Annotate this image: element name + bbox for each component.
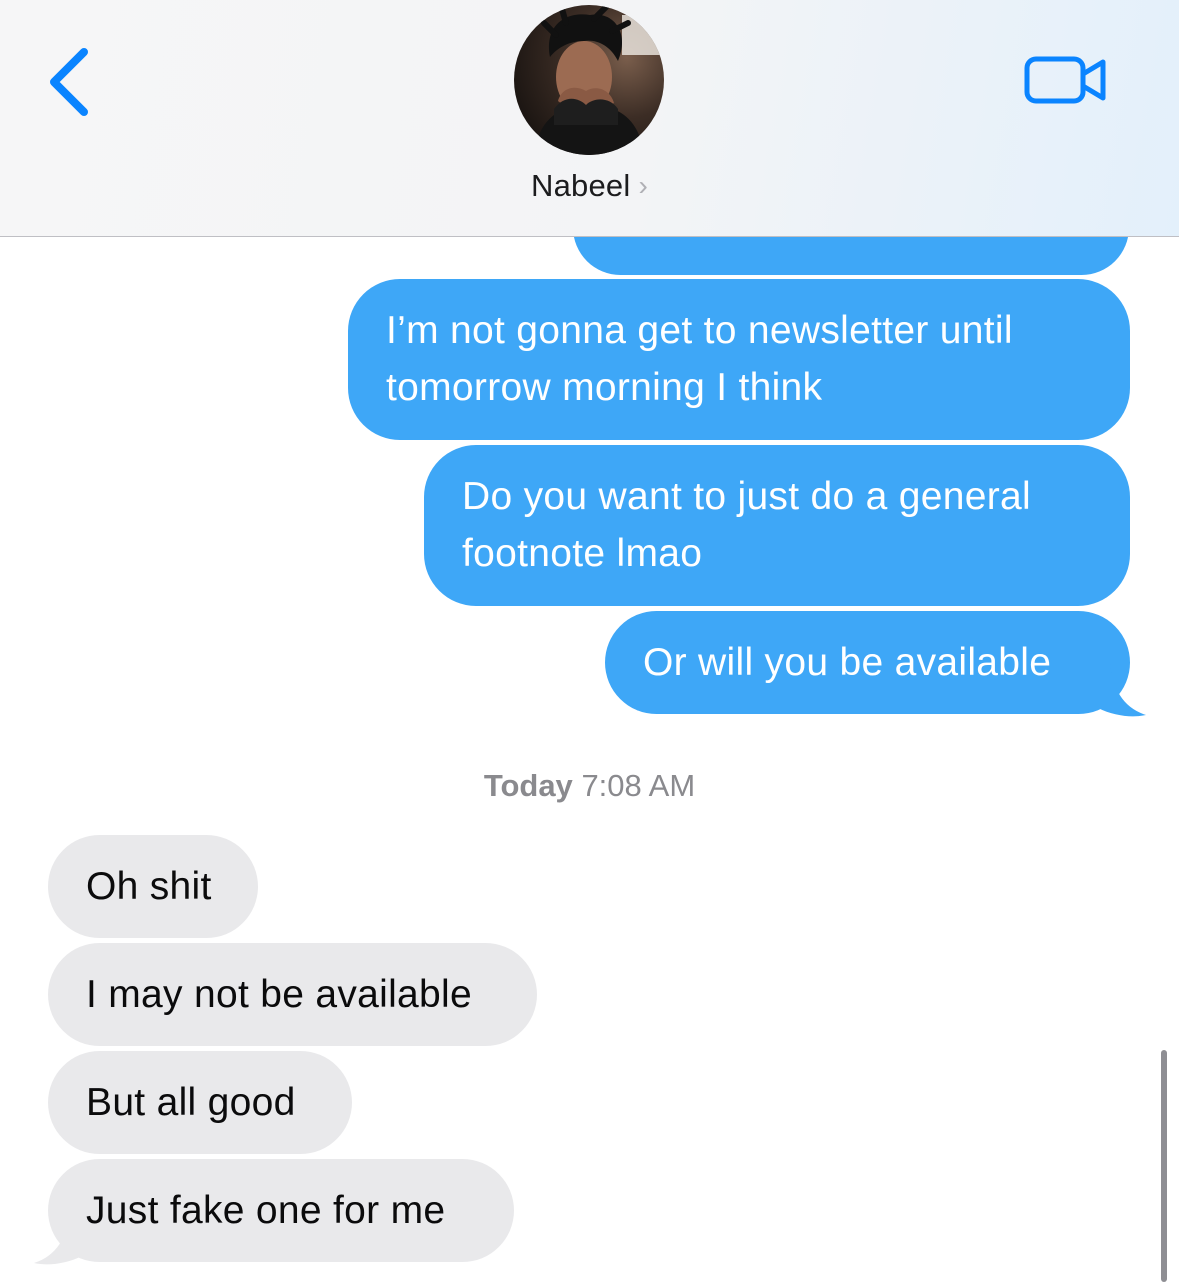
video-camera-icon [1024,56,1106,104]
message-bubble-incoming[interactable]: Just fake one for me [48,1159,514,1262]
facetime-video-button[interactable] [1024,54,1108,106]
timestamp-day: Today [483,768,573,803]
timestamp: Today 7:08 AM [0,768,1179,804]
message-line: Do you want to just do a general [462,475,1031,518]
conversation-header: Nabeel › [0,0,1179,237]
bubble-tail-incoming [34,1208,82,1265]
message-bubble-outgoing[interactable]: Do you want to just do a general footnot… [424,445,1130,606]
scrollbar[interactable] [1161,1050,1167,1282]
message-line: Or will you be available [643,641,1052,684]
message-text: Just fake one for me [86,1189,446,1232]
contact-name-label: Nabeel [531,168,631,203]
chevron-right-icon: › [638,170,648,201]
message-line: tomorrow morning I think [386,366,823,409]
message-line: I’m not gonna get to newsletter until [386,309,1013,352]
chevron-left-icon [50,48,88,116]
message-bubble-outgoing[interactable]: Or will you be available [605,611,1130,714]
message-text: Oh shit [86,865,212,908]
bubble-tail-outgoing [1098,660,1146,717]
message-bubble-incoming[interactable]: I may not be available [48,943,537,1046]
timestamp-time: 7:08 AM [581,768,696,803]
message-bubble-outgoing[interactable]: I’m not gonna get to newsletter until to… [348,279,1130,440]
message-bubble-incoming[interactable]: Oh shit [48,835,258,938]
contact-name[interactable]: Nabeel › [0,168,1179,204]
back-button[interactable] [40,42,100,122]
message-bubble-incoming[interactable]: But all good [48,1051,352,1154]
message-line: footnote lmao [462,532,703,575]
message-text: But all good [86,1081,296,1124]
message-text: I may not be available [86,973,472,1016]
contact-avatar[interactable] [514,5,664,155]
avatar-photo [514,5,664,155]
